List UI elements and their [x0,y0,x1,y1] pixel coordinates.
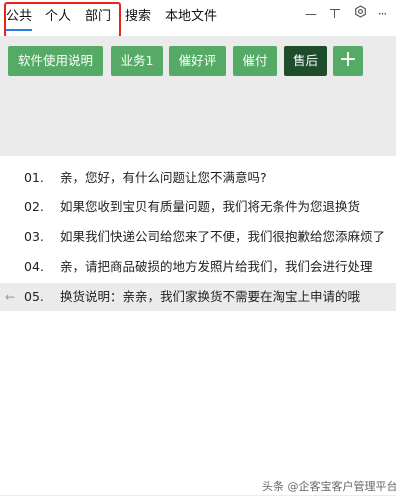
list-item-number: 05. [24,289,44,304]
list-item[interactable]: 02. 如果您收到宝贝有质量问题，我们将无条件为您退换货 [0,193,396,221]
tab-public[interactable]: 公共 [6,7,32,27]
category-button-after-sales[interactable]: 售后 [284,46,327,76]
tab-bar: 公共 个人 部门 搜索 本地文件 — ··· [0,0,396,38]
category-button-business-1[interactable]: 业务1 [111,46,163,76]
add-category-button[interactable]: + [333,46,363,76]
list-item[interactable]: 01. 亲，您好，有什么问题让您不满意吗? [0,164,396,192]
list-item-number: 03. [24,229,44,244]
phrase-category-bar: 软件使用说明 业务1 催好评 催付 售后 + [0,36,396,156]
category-button-software-guide[interactable]: 软件使用说明 [8,46,103,76]
tab-search[interactable]: 搜索 [125,7,151,27]
list-item-number: 04. [24,259,44,274]
tab-department[interactable]: 部门 [85,7,111,27]
list-item-number: 02. [24,199,44,214]
divider [0,495,396,496]
list-item-text: 换货说明：亲亲，我们家换货不需要在淘宝上申请的哦 [60,289,361,304]
more-icon[interactable]: ··· [373,5,391,23]
category-button-payment-reminder[interactable]: 催付 [233,46,277,76]
watermark: 头条 @企客宝客户管理平台 [262,480,396,493]
tab-local-files[interactable]: 本地文件 [165,7,217,27]
list-item-text: 亲，请把商品破损的地方发照片给我们，我们会进行处理 [60,259,373,274]
list-item-hovered[interactable]: ← 05. 换货说明：亲亲，我们家换货不需要在淘宝上申请的哦 [0,283,396,311]
list-item[interactable]: 03. 如果我们快递公司给您来了不便，我们很抱歉给您添麻烦了 [0,223,396,251]
pin-icon[interactable] [326,5,344,23]
tab-personal[interactable]: 个人 [45,7,71,27]
category-button-request-review[interactable]: 催好评 [169,46,226,76]
minimize-icon[interactable]: — [302,5,320,23]
list-item-text: 如果您收到宝贝有质量问题，我们将无条件为您退换货 [60,199,361,214]
send-arrow-icon[interactable]: ← [5,283,15,311]
list-item-text: 如果我们快递公司给您来了不便，我们很抱歉给您添麻烦了 [60,229,386,244]
active-tab-indicator [6,29,32,31]
list-item-number: 01. [24,170,44,185]
list-item-text: 亲，您好，有什么问题让您不满意吗? [60,170,267,185]
list-item[interactable]: 04. 亲，请把商品破损的地方发照片给我们，我们会进行处理 [0,253,396,281]
gear-icon[interactable] [351,5,369,23]
